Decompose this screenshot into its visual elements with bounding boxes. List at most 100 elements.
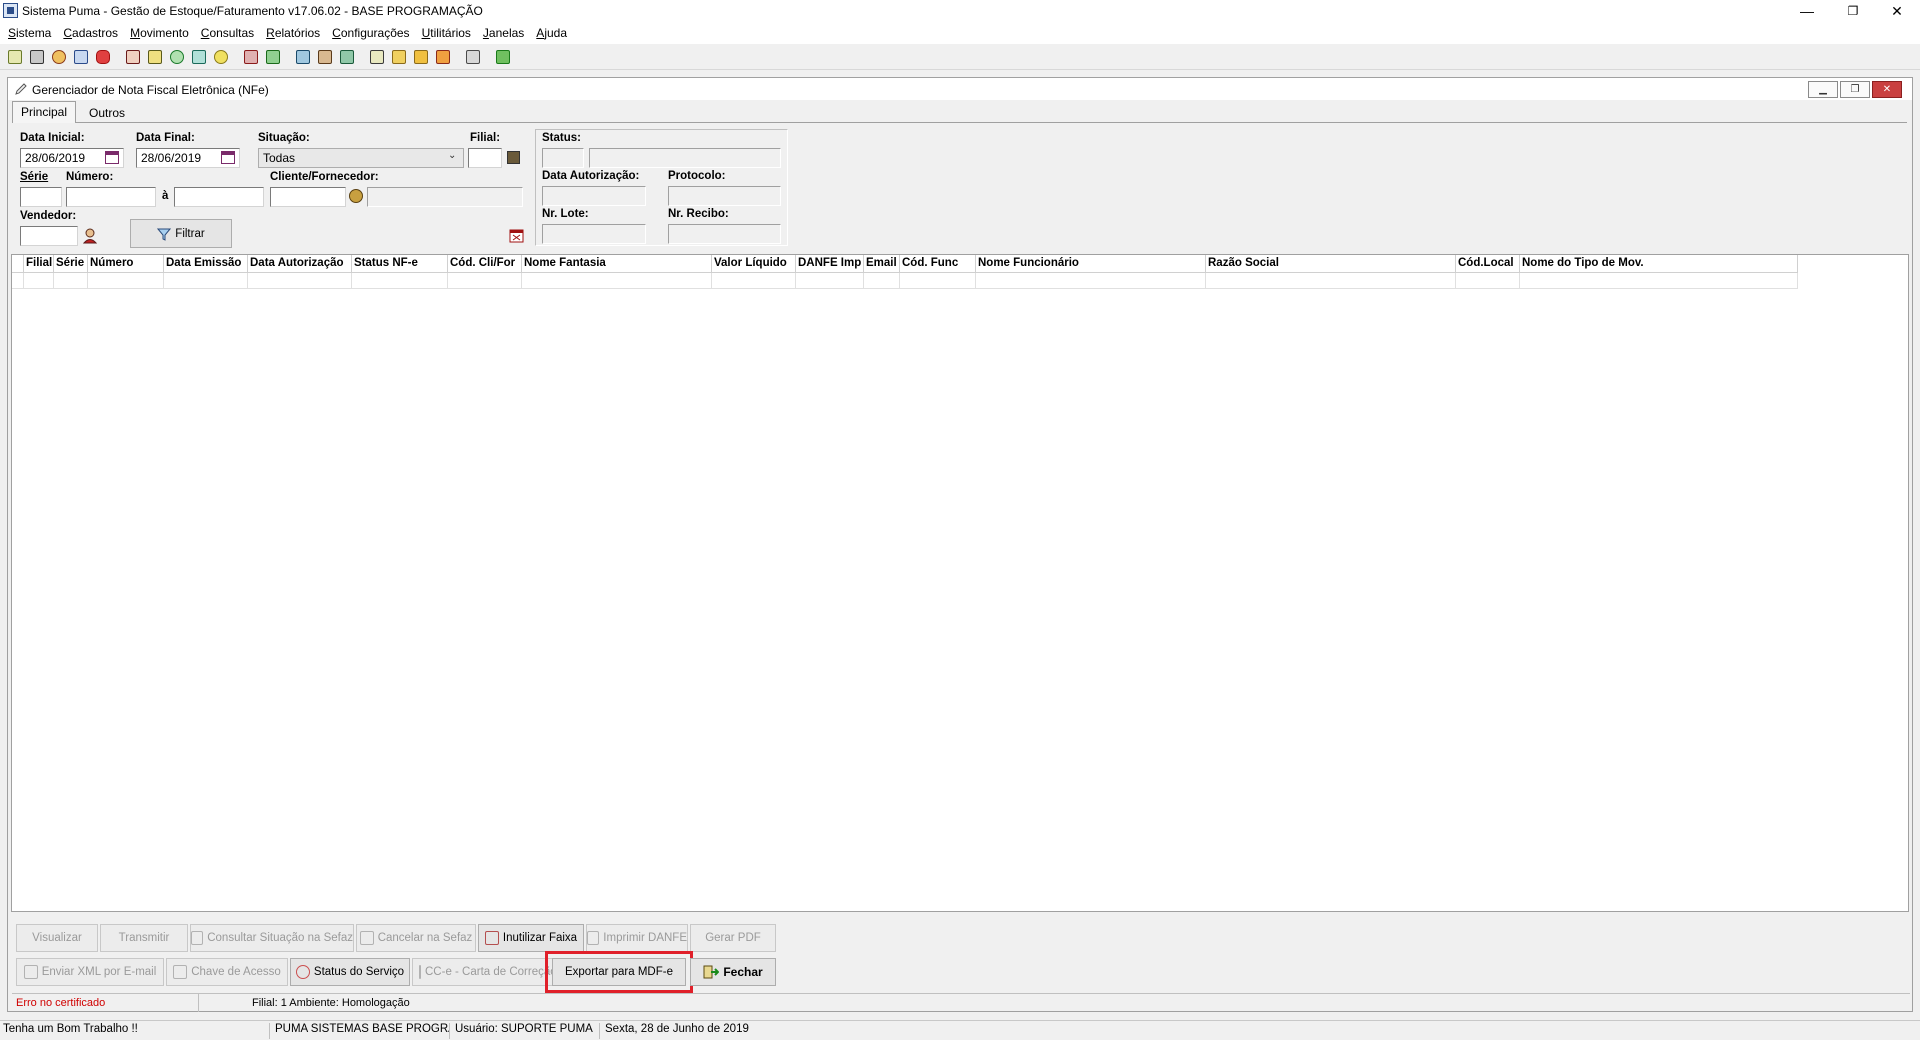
filial-ambiente-text: Filial: 1 Ambiente: Homologação xyxy=(252,997,410,1009)
toolbar xyxy=(0,44,1920,70)
cancelar-sefaz-label: Cancelar na Sefaz xyxy=(377,932,473,944)
search-person-icon[interactable] xyxy=(349,189,363,203)
numero-label: Número: xyxy=(66,171,114,183)
grid-col-razao-social[interactable]: Razão Social xyxy=(1206,255,1456,273)
cce-carta-correcao-button[interactable]: CC-e - Carta de Correção xyxy=(412,958,554,986)
menu-bar: Sistema Cadastros Movimento Consultas Re… xyxy=(0,22,1920,44)
data-inicial-label: Data Inicial: xyxy=(20,132,85,144)
child-restore-button[interactable]: ❐ xyxy=(1840,81,1870,98)
grid-col-numero[interactable]: Número xyxy=(88,255,164,273)
menu-consultas[interactable]: Consultas xyxy=(195,26,260,40)
toolbar-files-icon[interactable] xyxy=(146,48,164,66)
cancelar-sefaz-button[interactable]: Cancelar na Sefaz xyxy=(356,924,476,952)
title-bar: Sistema Puma - Gestão de Estoque/Faturam… xyxy=(0,0,1920,22)
child-title-bar: Gerenciador de Nota Fiscal Eletrônica (N… xyxy=(8,78,1912,100)
menu-relatorios[interactable]: Relatórios xyxy=(260,26,326,40)
toolbar-printer-icon[interactable] xyxy=(464,48,482,66)
numero-final-field[interactable] xyxy=(174,187,264,207)
table-row[interactable] xyxy=(12,273,1798,289)
toolbar-phone-icon[interactable] xyxy=(94,48,112,66)
menu-janelas[interactable]: Janelas xyxy=(477,26,530,40)
menu-ajuda[interactable]: Ajuda xyxy=(530,26,573,40)
toolbar-coin-icon[interactable] xyxy=(212,48,230,66)
menu-sistema[interactable]: Sistema xyxy=(2,26,57,40)
grid-col-cod-cli-for[interactable]: Cód. Cli/For xyxy=(448,255,522,273)
toolbar-copy-icon[interactable] xyxy=(368,48,386,66)
enviar-xml-button[interactable]: Enviar XML por E-mail xyxy=(16,958,164,986)
filtrar-button[interactable]: Filtrar xyxy=(130,219,232,248)
chave-acesso-button[interactable]: Chave de Acesso xyxy=(166,958,288,986)
toolbar-star-icon[interactable] xyxy=(390,48,408,66)
menu-movimento[interactable]: Movimento xyxy=(124,26,195,40)
toolbar-tools-icon[interactable] xyxy=(242,48,260,66)
gerar-pdf-button[interactable]: Gerar PDF xyxy=(690,924,776,952)
grid-col-email[interactable]: Email xyxy=(864,255,900,273)
grid-col-nome-fantasia[interactable]: Nome Fantasia xyxy=(522,255,712,273)
toolbar-document-icon[interactable] xyxy=(28,48,46,66)
grid-col-data-emissao[interactable]: Data Emissão xyxy=(164,255,248,273)
cliente-code-field[interactable] xyxy=(270,187,346,207)
toolbar-book-icon[interactable] xyxy=(72,48,90,66)
toolbar-network-icon[interactable] xyxy=(190,48,208,66)
toolbar-people-icon[interactable] xyxy=(316,48,334,66)
calendar-icon[interactable] xyxy=(105,151,119,164)
toolbar-check-icon[interactable] xyxy=(264,48,282,66)
visualizar-button[interactable]: Visualizar xyxy=(16,924,98,952)
grid-col-nome-tipo-mov[interactable]: Nome do Tipo de Mov. xyxy=(1520,255,1798,273)
grid-col-nome-funcionario[interactable]: Nome Funcionário xyxy=(976,255,1206,273)
transmitir-button[interactable]: Transmitir xyxy=(100,924,188,952)
situacao-select[interactable]: Todas xyxy=(258,148,464,168)
grid-col-cod-func[interactable]: Cód. Func xyxy=(900,255,976,273)
child-status-bar: Erro no certificado Filial: 1 Ambiente: … xyxy=(12,993,1910,1012)
chevron-down-icon[interactable]: ⌄ xyxy=(448,150,456,161)
status-label: Status: xyxy=(542,132,581,144)
fechar-button[interactable]: Fechar xyxy=(690,958,776,986)
service-status-icon xyxy=(295,965,310,979)
tab-principal[interactable]: Principal xyxy=(12,101,77,123)
close-button[interactable]: ✕ xyxy=(1874,0,1920,22)
inutilizar-faixa-label: Inutilizar Faixa xyxy=(502,932,578,944)
grid-col-data-autorizacao[interactable]: Data Autorização xyxy=(248,255,352,273)
nfe-grid[interactable]: Filial Série Número Data Emissão Data Au… xyxy=(11,254,1909,912)
toolbar-star2-icon[interactable] xyxy=(412,48,430,66)
status-servico-button[interactable]: Status do Serviço xyxy=(290,958,410,986)
toolbar-users-icon[interactable] xyxy=(294,48,312,66)
nr-recibo-field xyxy=(668,224,781,244)
grid-col-cod-local[interactable]: Cód.Local xyxy=(1456,255,1520,273)
salesperson-icon[interactable] xyxy=(83,228,97,244)
toolbar-report-icon[interactable] xyxy=(124,48,142,66)
numero-inicial-field[interactable] xyxy=(66,187,156,207)
grid-col-valor-liquido[interactable]: Valor Líquido xyxy=(712,255,796,273)
child-close-button[interactable]: ✕ xyxy=(1872,81,1902,98)
grid-col-danfe-imp[interactable]: DANFE Imp xyxy=(796,255,864,273)
imprimir-danfe-button[interactable]: Imprimir DANFE xyxy=(586,924,688,952)
cliente-fornecedor-label: Cliente/Fornecedor: xyxy=(270,171,379,183)
exportar-mdfe-button[interactable]: Exportar para MDF-e xyxy=(552,958,686,986)
toolbar-refresh-icon[interactable] xyxy=(168,48,186,66)
calendar-clear-icon[interactable] xyxy=(509,228,524,243)
consultar-situacao-button[interactable]: Consultar Situação na Sefaz xyxy=(190,924,354,952)
calendar-icon[interactable] xyxy=(221,151,235,164)
menu-cadastros[interactable]: Cadastros xyxy=(57,26,124,40)
building-icon[interactable] xyxy=(507,151,520,164)
toolbar-alarm-icon[interactable] xyxy=(50,48,68,66)
toolbar-exit-icon[interactable] xyxy=(494,48,512,66)
status-servico-label: Status do Serviço xyxy=(313,966,405,978)
inutilizar-faixa-button[interactable]: Inutilizar Faixa xyxy=(478,924,584,952)
minimize-button[interactable]: — xyxy=(1784,0,1830,22)
grid-col-status-nfe[interactable]: Status NF-e xyxy=(352,255,448,273)
menu-utilitarios[interactable]: Utilitários xyxy=(416,26,477,40)
tab-outros[interactable]: Outros xyxy=(81,103,133,123)
filial-field[interactable] xyxy=(468,148,502,168)
serie-field[interactable] xyxy=(20,187,62,207)
child-minimize-button[interactable]: ▁ xyxy=(1808,81,1838,98)
vendedor-field[interactable] xyxy=(20,226,78,246)
grid-col-filial[interactable]: Filial xyxy=(24,255,54,273)
toolbar-screen-icon[interactable] xyxy=(338,48,356,66)
toolbar-entry-icon[interactable] xyxy=(6,48,24,66)
toolbar-star3-icon[interactable] xyxy=(434,48,452,66)
nr-lote-field xyxy=(542,224,646,244)
grid-col-serie[interactable]: Série xyxy=(54,255,88,273)
restore-button[interactable]: ❐ xyxy=(1830,0,1876,22)
menu-configuracoes[interactable]: Configurações xyxy=(326,26,415,40)
